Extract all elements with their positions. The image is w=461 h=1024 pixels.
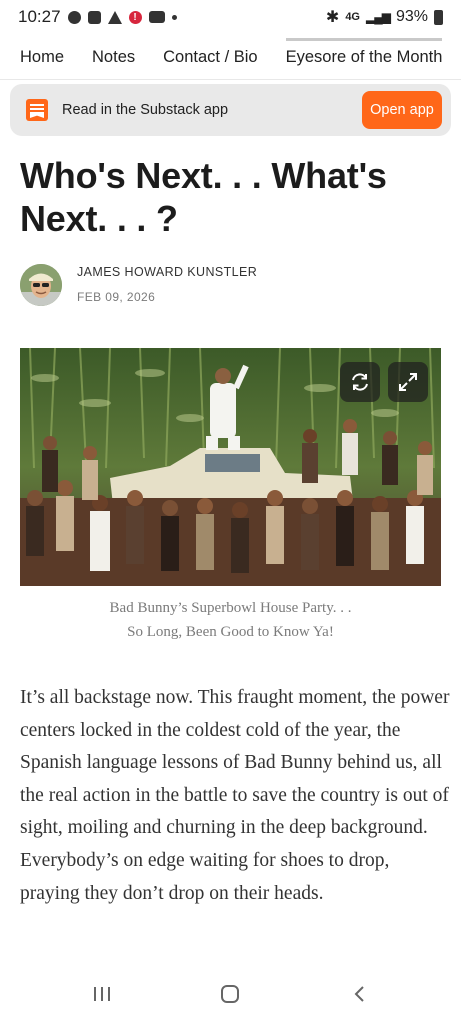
home-icon — [221, 985, 239, 1003]
back-button[interactable] — [350, 984, 370, 1009]
open-app-button[interactable]: Open app — [362, 91, 442, 129]
refresh-image-button[interactable] — [340, 362, 380, 402]
network-type: 4G — [345, 11, 360, 23]
home-button[interactable] — [220, 984, 240, 1009]
expand-icon — [399, 373, 417, 391]
back-icon — [354, 986, 364, 1002]
image-caption: Bad Bunny’s Superbowl House Party. . . S… — [20, 596, 441, 644]
refresh-icon — [352, 373, 368, 391]
post-date: FEB 09, 2026 — [77, 290, 156, 304]
battery-icon — [434, 9, 443, 25]
hero-image[interactable] — [20, 348, 441, 586]
author-avatar[interactable] — [20, 264, 62, 306]
alert-icon: ! — [128, 10, 142, 24]
recent-apps-icon — [94, 987, 110, 1001]
video-icon — [148, 11, 165, 23]
caption-line-1: Bad Bunny’s Superbowl House Party. . . — [109, 600, 352, 616]
nav-contact-bio[interactable]: Contact / Bio — [163, 48, 257, 67]
app-banner[interactable]: Read in the Substack app Open app — [10, 84, 451, 136]
post-body-paragraph: It’s all backstage now. This fraught mom… — [20, 687, 450, 904]
substack-logo-icon — [26, 99, 48, 121]
expand-image-button[interactable] — [388, 362, 428, 402]
warning-icon — [107, 10, 122, 24]
banner-text: Read in the Substack app — [62, 102, 229, 118]
message-icon — [87, 10, 101, 24]
more-notifications-icon — [171, 14, 177, 20]
signal-icon: ▂▄▆ — [366, 10, 391, 24]
status-time: 10:27 — [18, 7, 61, 26]
recent-apps-button[interactable] — [92, 984, 112, 1009]
status-bar: 10:27 ! ✱ 4G ▂▄▆ 93% — [0, 0, 461, 34]
battery-level: 93% — [395, 8, 428, 25]
author-name[interactable]: JAMES HOWARD KUNSTLER — [77, 265, 257, 279]
nav-notes[interactable]: Notes — [92, 48, 135, 67]
bluetooth-icon: ✱ — [325, 9, 340, 26]
notification-icon — [67, 10, 81, 24]
system-navigation-bar — [0, 976, 461, 1016]
nav-eyesore-of-the-month[interactable]: Eyesore of the Month — [285, 38, 442, 67]
caption-line-2: So Long, Been Good to Know Ya! — [127, 624, 334, 640]
nav-home[interactable]: Home — [20, 48, 64, 67]
post-title: Who's Next. . . What's Next. . . ? — [20, 155, 387, 239]
publication-nav: Home Notes Contact / Bio Eyesore of the … — [0, 36, 461, 80]
